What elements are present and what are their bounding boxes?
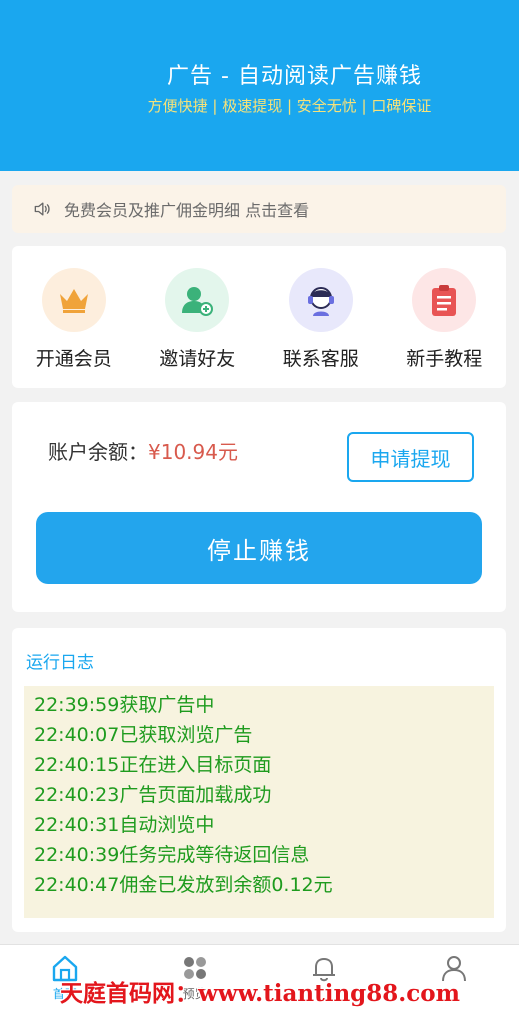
header-subtitle: 方便快捷 | 极速提现 | 安全无忧 | 口碑保证 [147,97,432,115]
menu-item-vip[interactable]: 开通会员 [12,246,136,388]
log-line: 22:40:15正在进入目标页面 [34,754,272,776]
crown-icon [41,268,106,332]
add-user-icon [165,268,230,332]
log-title: 运行日志 [26,653,94,673]
speaker-icon [34,202,50,216]
notice-text: 免费会员及推广佣金明细 点击查看 [64,201,310,220]
log-line: 22:40:07已获取浏览广告 [34,724,253,746]
balance-label: 账户余额： [48,440,148,464]
menu-label: 联系客服 [282,348,359,370]
log-line: 22:40:31自动浏览中 [34,814,215,836]
log-line: 22:40:47佣金已发放到余额0.12元 [34,874,333,896]
balance-label-row: 账户余额：¥10.94元 [48,436,238,465]
log-box: 22:39:59获取广告中 22:40:07已获取浏览广告 22:40:15正在… [24,686,494,918]
menu-label: 开通会员 [35,348,112,370]
customer-service-icon [288,268,353,332]
log-line: 22:39:59获取广告中 [34,694,215,716]
balance-amount: ¥10.94元 [148,440,238,464]
log-line: 22:40:23广告页面加载成功 [34,784,272,806]
menu-item-invite[interactable]: 邀请好友 [136,246,260,388]
stop-earning-button[interactable]: 停止赚钱 [36,512,482,584]
header-title: 广告 - 自动阅读广告赚钱 [167,64,422,89]
notice-banner[interactable]: 免费会员及推广佣金明细 点击查看 [12,185,506,233]
run-log-card: 运行日志 22:39:59获取广告中 22:40:07已获取浏览广告 22:40… [12,628,506,932]
balance-card: 账户余额：¥10.94元 申请提现 停止赚钱 [12,402,506,612]
quick-menu: 开通会员 邀请好友 联系客服 新手教程 [12,246,506,388]
menu-label: 新手教程 [406,348,483,370]
app-header: 广告 - 自动阅读广告赚钱 方便快捷 | 极速提现 | 安全无忧 | 口碑保证 [0,0,519,171]
menu-item-tutorial[interactable]: 新手教程 [383,246,507,388]
withdraw-button[interactable]: 申请提现 [347,432,474,482]
menu-label: 邀请好友 [159,348,236,370]
clipboard-icon [412,268,477,332]
log-line: 22:40:39任务完成等待返回信息 [34,844,310,866]
watermark-text: 天庭首码网：www.tianting88.com [60,980,460,1007]
menu-item-support[interactable]: 联系客服 [259,246,383,388]
